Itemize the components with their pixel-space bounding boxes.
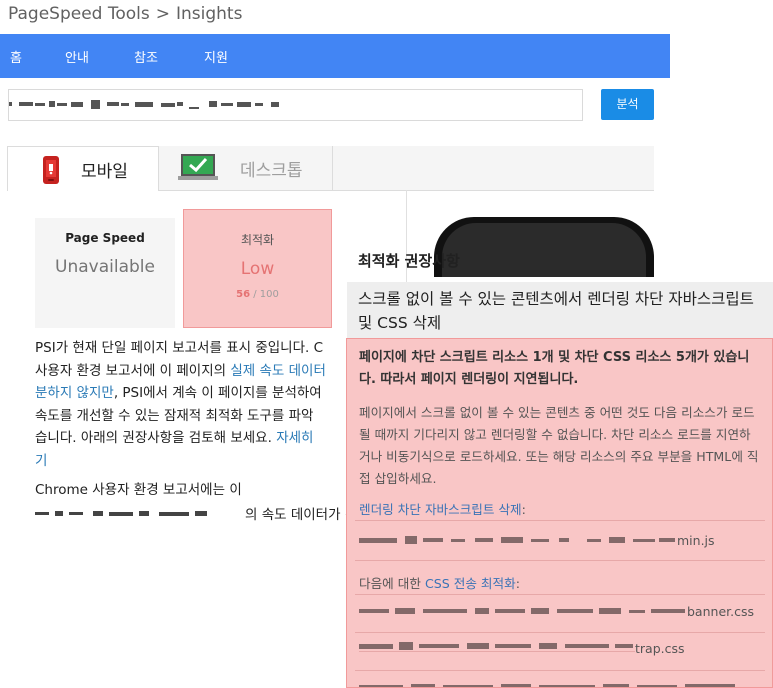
css-resource-url-3[interactable] [359,679,739,687]
notice-text-3: , PSI에서 계속 이 페이지를 분석하여 [113,385,322,401]
nav-item-reference[interactable]: 참조 [134,47,158,66]
crux-redacted-text [35,511,207,516]
css-resource-2-redacted [359,642,635,652]
desktop-monitor-icon [178,154,218,180]
optimize-css-delivery-link[interactable]: CSS 전송 최적화 [425,576,516,591]
analyze-button[interactable]: 분석 [601,89,654,120]
notice-text-5: 습니다. 아래의 권장사항을 검토해 보세요. [35,430,277,446]
rule-heading-box[interactable]: 스크롤 없이 볼 수 있는 콘텐츠에서 렌더링 차단 자바스크립트 및 CSS … [347,282,773,339]
divider [355,560,765,561]
nav-item-support[interactable]: 지원 [204,47,228,66]
js-resource-filename: min.js [677,533,715,548]
learn-more-link[interactable]: 자세히 [276,430,313,446]
js-section-label: 렌더링 차단 자바스크립트 삭제: [359,499,526,518]
breadcrumb-root[interactable]: PageSpeed Tools [8,4,150,24]
optimization-score-max: 100 [259,289,279,300]
nav-item-home[interactable]: 홈 [10,47,22,66]
js-section-colon: : [521,502,526,517]
css-resource-1-redacted [359,608,685,614]
css-resource-2-filename: trap.css [635,641,685,656]
rule-heading: 스크롤 없이 볼 수 있는 콘텐츠에서 렌더링 차단 자바스크립트 및 CSS … [358,290,754,332]
phone-screen [442,223,646,277]
optimization-value: Low [240,259,275,279]
notice-line-3: 분하지 않지만, PSI에서 계속 이 페이지를 분석하여 [35,382,355,405]
tab-desktop-label: 데스크톱 [240,161,303,181]
optimization-score: 56 / 100 [184,289,331,300]
popup-title: 최적화 권장사항 [358,252,460,270]
optimization-score-number: 56 [236,289,251,300]
css-resource-url-2[interactable]: trap.css [359,641,685,656]
optimization-title: 최적화 [240,233,275,247]
notice-line-2: 사용자 환경 보고서에 이 페이지의 실제 속도 데이터 [35,360,355,383]
page-speed-value: Unavailable [55,257,155,277]
url-input[interactable] [8,89,583,121]
css-section-label: 다음에 대한 CSS 전송 최적화: [359,573,520,592]
phone-preview [434,217,654,277]
css-section-colon: : [515,576,520,591]
js-resource-url[interactable]: min.js [359,533,715,548]
breadcrumb-separator: > [155,4,170,24]
rule-description: 페이지에서 스크롤 없이 볼 수 있는 콘텐츠 중 어떤 것도 다음 리소스가 … [359,405,759,486]
optimization-card: 최적화 Low 56 / 100 [183,209,332,328]
notice-text-2: 사용자 환경 보고서에 이 페이지의 [35,362,231,379]
css-resource-1-filename: banner.css [687,604,754,619]
optimization-score-separator: / [250,289,260,300]
css-section-prefix: 다음에 대한 [359,576,425,591]
remove-render-blocking-js-link[interactable]: 렌더링 차단 자바스크립트 삭제 [359,502,522,517]
breadcrumb-current: Insights [175,4,243,24]
page-speed-title: Page Speed [65,231,145,245]
css-resource-3-redacted [359,684,735,687]
divider [355,594,765,595]
notice-line-4: 속도를 개선할 수 있는 잠재적 최적화 도구를 파악 [35,407,314,424]
divider [355,670,765,671]
crux-line-1: Chrome 사용자 환경 보고서에는 이 [35,482,242,498]
tab-mobile[interactable]: 모바일 [7,146,159,191]
notice-line-5: 습니다. 아래의 권장사항을 검토해 보세요. 자세히 [35,427,355,450]
css-resource-url-1[interactable]: banner.css [359,604,754,619]
divider [355,632,765,633]
real-speed-data-link[interactable]: 실제 속도 데이터 [230,363,326,379]
single-page-report-notice: PSI가 현재 단일 페이지 보고서를 표시 중입니다. C 사용자 환경 보고… [35,337,355,472]
js-resource-redacted [359,536,675,544]
page-speed-card: Page Speed Unavailable [35,218,175,328]
url-input-redacted-text [9,100,279,109]
top-nav: 홈 안내 참조 지원 [0,34,670,78]
breadcrumb: PageSpeed Tools > Insights [8,4,242,24]
learn-more-link-tail[interactable]: 기 [35,450,355,473]
tab-mobile-label: 모바일 [81,162,128,182]
crux-line-2: 의 속도 데이터가 진지 [35,503,370,523]
rule-summary: 페이지에 차단 스크립트 리소스 1개 및 차단 CSS 리소스 5개가 있습니… [359,350,750,387]
notice-line-1: PSI가 현재 단일 페이지 보고서를 표시 중입니다. C [35,340,324,356]
nav-item-guide[interactable]: 안내 [65,47,89,66]
notice-link-tail[interactable]: 분하지 않지만 [35,385,114,401]
rule-details: 페이지에 차단 스크립트 리소스 1개 및 차단 CSS 리소스 5개가 있습니… [346,338,773,688]
divider [355,520,765,521]
tab-desktop[interactable]: 데스크톱 [158,146,333,190]
crux-notice: Chrome 사용자 환경 보고서에는 이 의 속도 데이터가 진지 [35,478,370,523]
mobile-phone-icon [43,156,59,184]
